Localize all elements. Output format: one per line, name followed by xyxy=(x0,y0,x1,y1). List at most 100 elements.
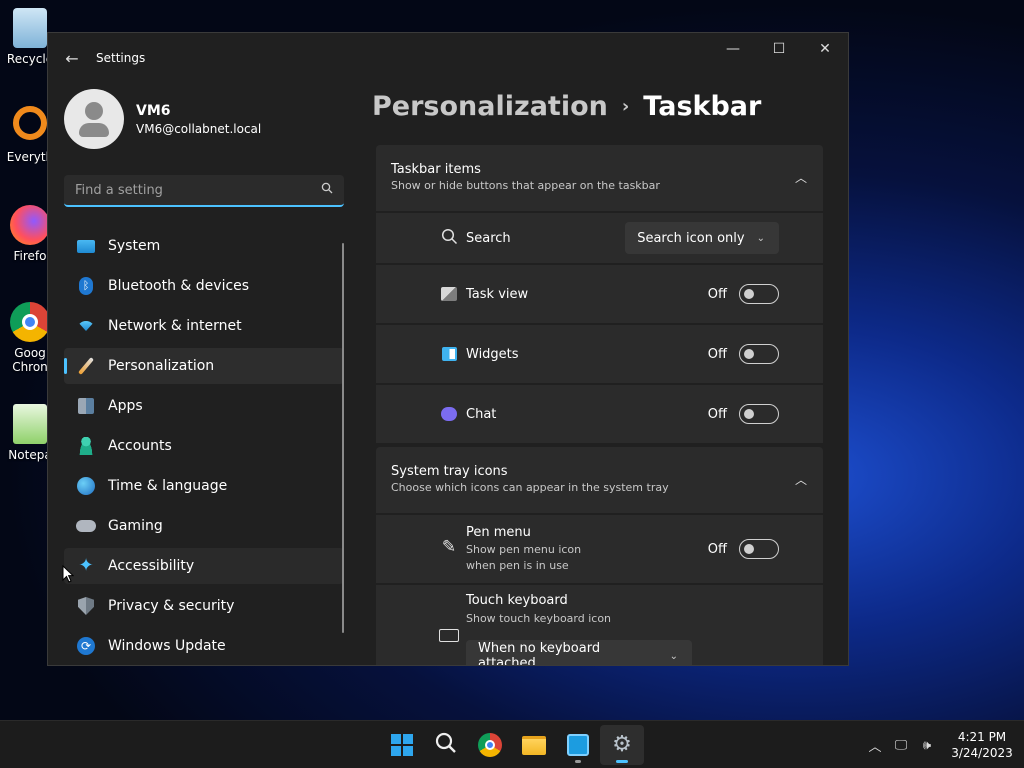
touch-keyboard-dropdown[interactable]: When no keyboard attached ⌄ xyxy=(466,640,692,666)
everything-search-icon xyxy=(13,106,47,140)
minimize-button[interactable]: — xyxy=(710,33,756,65)
sidebar-item-label: Time & language xyxy=(108,478,228,494)
sidebar-item-privacy[interactable]: Privacy & security xyxy=(64,588,344,624)
chat-icon xyxy=(441,407,457,421)
search-input[interactable] xyxy=(64,182,310,198)
globe-clock-icon xyxy=(77,477,95,495)
update-icon: ⟳ xyxy=(77,637,95,655)
search-mode-dropdown[interactable]: Search icon only ⌄ xyxy=(625,222,779,254)
taskbar: ⚙ ︿ 🖵 🕪 4:21 PM 3/24/2023 xyxy=(0,720,1024,768)
volume-icon[interactable]: 🕪 xyxy=(914,738,940,753)
sidebar-item-gaming[interactable]: Gaming xyxy=(64,508,344,544)
accessibility-icon: ✦ xyxy=(78,555,94,576)
chevron-up-icon[interactable]: ︿ xyxy=(795,169,807,186)
setting-label: Search xyxy=(466,230,511,246)
search-icon xyxy=(441,228,458,249)
task-view-toggle[interactable] xyxy=(739,284,779,304)
system-icon xyxy=(77,239,95,253)
sidebar-item-accounts[interactable]: Accounts xyxy=(64,428,344,464)
section-title: Taskbar items xyxy=(391,162,481,177)
sidebar-item-windows-update[interactable]: ⟳ Windows Update xyxy=(64,628,344,664)
app-title: Settings xyxy=(96,51,146,65)
avatar xyxy=(64,89,124,149)
clock-date: 3/24/2023 xyxy=(951,746,1013,760)
chrome-icon xyxy=(10,302,50,342)
setting-label: Pen menu xyxy=(466,525,531,540)
profile-email: VM6@collabnet.local xyxy=(136,121,262,136)
setting-row-pen-menu: ✎ Pen menu Show pen menu icon when pen i… xyxy=(376,515,823,583)
sidebar-item-accessibility[interactable]: ✦ Accessibility xyxy=(64,548,344,584)
setting-description: when pen is in use xyxy=(466,559,569,572)
chevron-down-icon: ⌄ xyxy=(669,650,678,662)
sidebar-scrollbar[interactable] xyxy=(342,243,344,633)
section-subtitle: Show or hide buttons that appear on the … xyxy=(391,179,660,192)
dropdown-value: When no keyboard attached xyxy=(478,641,601,666)
task-view-icon xyxy=(441,287,457,301)
setting-description: Show touch keyboard icon xyxy=(466,612,612,625)
sidebar-item-system[interactable]: System xyxy=(64,228,344,264)
notepad-icon xyxy=(13,404,47,444)
firefox-icon xyxy=(10,205,50,245)
chrome-icon xyxy=(478,733,502,757)
sidebar-item-personalization[interactable]: Personalization xyxy=(64,348,344,384)
sidebar-item-label: Windows Update xyxy=(108,638,226,654)
widgets-toggle[interactable] xyxy=(739,344,779,364)
maximize-button[interactable]: ☐ xyxy=(756,33,802,65)
system-tray-header[interactable]: System tray icons Choose which icons can… xyxy=(376,447,823,513)
user-profile[interactable]: VM6 VM6@collabnet.local xyxy=(64,89,261,149)
title-bar: ← Settings — ☐ ✕ xyxy=(48,33,848,83)
profile-name: VM6 xyxy=(136,102,171,119)
search-icon xyxy=(435,732,457,758)
section-title: System tray icons xyxy=(391,464,508,479)
store-icon xyxy=(567,734,589,756)
close-button[interactable]: ✕ xyxy=(802,33,848,65)
sidebar-item-apps[interactable]: Apps xyxy=(64,388,344,424)
chevron-up-icon[interactable]: ︿ xyxy=(862,736,888,755)
sidebar-item-network[interactable]: Network & internet xyxy=(64,308,344,344)
search-icon[interactable] xyxy=(310,182,344,198)
setting-row-widgets: Widgets Off xyxy=(376,325,823,383)
sidebar-item-label: Apps xyxy=(108,398,143,414)
pen-menu-toggle[interactable] xyxy=(739,539,779,559)
toggle-state: Off xyxy=(707,406,727,422)
settings-window: ← Settings — ☐ ✕ VM6 VM6@collabnet.local… xyxy=(47,32,849,666)
page-title: Taskbar xyxy=(643,91,762,122)
network-icon[interactable]: 🖵 xyxy=(888,738,914,753)
setting-label: Chat xyxy=(466,406,497,422)
mouse-cursor xyxy=(62,565,74,583)
pen-icon: ✎ xyxy=(441,537,457,557)
setting-row-touch-keyboard: Touch keyboard Show touch keyboard icon … xyxy=(376,585,823,666)
setting-label: Touch keyboard xyxy=(466,593,568,608)
chat-toggle[interactable] xyxy=(739,404,779,424)
section-subtitle: Choose which icons can appear in the sys… xyxy=(391,481,669,494)
setting-row-task-view: Task view Off xyxy=(376,265,823,323)
accounts-icon xyxy=(78,437,94,455)
sidebar-item-label: System xyxy=(108,238,161,254)
sidebar-item-time-language[interactable]: Time & language xyxy=(64,468,344,504)
breadcrumb-parent[interactable]: Personalization xyxy=(372,91,608,122)
taskbar-chrome-button[interactable] xyxy=(468,725,512,765)
taskbar-search-button[interactable] xyxy=(424,725,468,765)
clock-time: 4:21 PM xyxy=(957,730,1007,744)
taskbar-items-header[interactable]: Taskbar items Show or hide buttons that … xyxy=(376,145,823,211)
taskbar-store-button[interactable] xyxy=(556,725,600,765)
toggle-state: Off xyxy=(707,346,727,362)
clock[interactable]: 4:21 PM 3/24/2023 xyxy=(940,729,1024,761)
windows-logo-icon xyxy=(391,734,413,756)
taskbar-settings-button[interactable]: ⚙ xyxy=(600,725,644,765)
chevron-up-icon[interactable]: ︿ xyxy=(795,471,807,488)
sidebar-nav: System ᛒ Bluetooth & devices Network & i… xyxy=(64,228,344,665)
search-box xyxy=(64,175,344,207)
start-button[interactable] xyxy=(380,725,424,765)
sidebar-item-label: Privacy & security xyxy=(108,598,235,614)
dropdown-value: Search icon only xyxy=(637,230,745,246)
toggle-state: Off xyxy=(707,286,727,302)
taskbar-apps: ⚙ xyxy=(380,725,644,765)
back-button[interactable]: ← xyxy=(48,33,96,83)
sidebar-item-label: Bluetooth & devices xyxy=(108,278,250,294)
wifi-icon xyxy=(77,321,95,331)
gamepad-icon xyxy=(76,520,96,532)
system-tray: ︿ 🖵 🕪 4:21 PM 3/24/2023 xyxy=(862,721,1024,768)
taskbar-file-explorer-button[interactable] xyxy=(512,725,556,765)
sidebar-item-bluetooth[interactable]: ᛒ Bluetooth & devices xyxy=(64,268,344,304)
